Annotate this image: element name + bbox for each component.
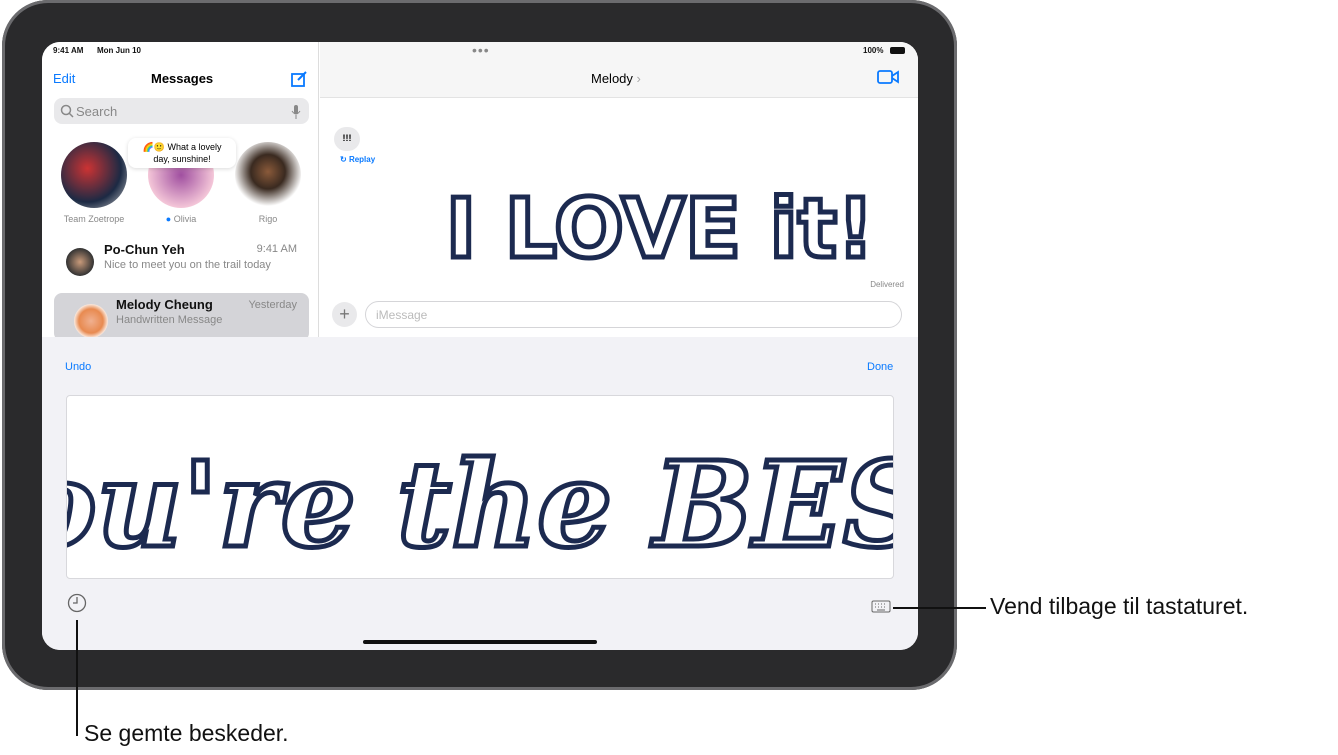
message-bubble: !!!	[334, 127, 360, 151]
avatar-rigo[interactable]	[235, 142, 301, 208]
pin-label: ● Olivia	[165, 214, 197, 224]
avatar	[74, 304, 108, 338]
multitask-dots-icon[interactable]: •••	[472, 42, 490, 58]
keyboard-icon[interactable]	[871, 600, 891, 613]
status-bubble: 🌈🙂 What a lovely day, sunshine!	[128, 138, 236, 168]
avatar-team-zoetrope[interactable]	[61, 142, 127, 208]
microphone-icon[interactable]	[291, 104, 301, 120]
conversation-preview: Handwritten Message	[116, 314, 223, 326]
compose-icon[interactable]	[290, 70, 308, 88]
search-placeholder: Search	[76, 104, 118, 119]
avatar	[66, 248, 94, 276]
page-title: Messages	[151, 71, 214, 86]
conversation-row-selected[interactable]: Melody Cheung Yesterday Handwritten Mess…	[54, 293, 309, 341]
status-time: 9:41 AM	[53, 46, 84, 55]
pin-label: Team Zoetrope	[63, 214, 125, 224]
conversation-name: Po-Chun Yeh	[104, 242, 185, 257]
home-indicator	[363, 640, 597, 644]
add-button[interactable]: +	[332, 302, 357, 327]
conversation-name: Melody Cheung	[116, 297, 213, 312]
edit-button[interactable]: Edit	[53, 71, 75, 86]
conversation-pane: ••• Melody › 100% !!! ↻ Replay I LOVE it…	[320, 42, 918, 337]
handwriting-canvas[interactable]: You're the BEST	[42, 395, 918, 579]
handwriting-panel: Undo Done You're the BEST	[42, 337, 918, 650]
callout-line	[893, 607, 986, 609]
battery-percent: 100%	[863, 46, 884, 55]
undo-button[interactable]: Undo	[65, 361, 91, 373]
handwritten-drawing: You're the BEST	[42, 433, 918, 577]
status-date: Mon Jun 10	[97, 46, 142, 55]
battery-icon	[890, 47, 905, 54]
ipad-screen: 9:41 AM Mon Jun 10 Edit Messages Search …	[42, 42, 918, 650]
handwritten-message: I LOVE it!	[443, 180, 877, 280]
svg-text:I LOVE it!: I LOVE it!	[446, 182, 875, 277]
done-button[interactable]: Done	[867, 361, 893, 373]
sidebar: 9:41 AM Mon Jun 10 Edit Messages Search …	[42, 42, 319, 341]
conversation-preview: Nice to meet you on the trail today	[104, 259, 271, 271]
contact-name[interactable]: Melody ›	[591, 71, 641, 86]
pin-label: Rigo	[258, 214, 278, 224]
delivered-status: Delivered	[870, 280, 904, 289]
search-icon	[60, 104, 74, 118]
conversation-time: 9:41 AM	[256, 243, 297, 255]
video-call-icon[interactable]	[877, 69, 899, 85]
clock-icon[interactable]	[67, 593, 87, 613]
replay-button[interactable]: ↻ Replay	[340, 155, 375, 164]
callout-keyboard: Vend tilbage til tastaturet.	[990, 593, 1249, 619]
svg-text:You're the BEST: You're the BEST	[67, 435, 893, 574]
search-input[interactable]: Search	[54, 98, 309, 124]
callout-line	[76, 620, 78, 736]
conversation-row[interactable]: Po-Chun Yeh 9:41 AM Nice to meet you on …	[54, 238, 309, 288]
chat-header: ••• Melody › 100%	[320, 42, 918, 98]
conversation-time: Yesterday	[248, 299, 297, 311]
callout-saved: Se gemte beskeder.	[84, 720, 289, 746]
message-input[interactable]: iMessage	[365, 301, 902, 328]
